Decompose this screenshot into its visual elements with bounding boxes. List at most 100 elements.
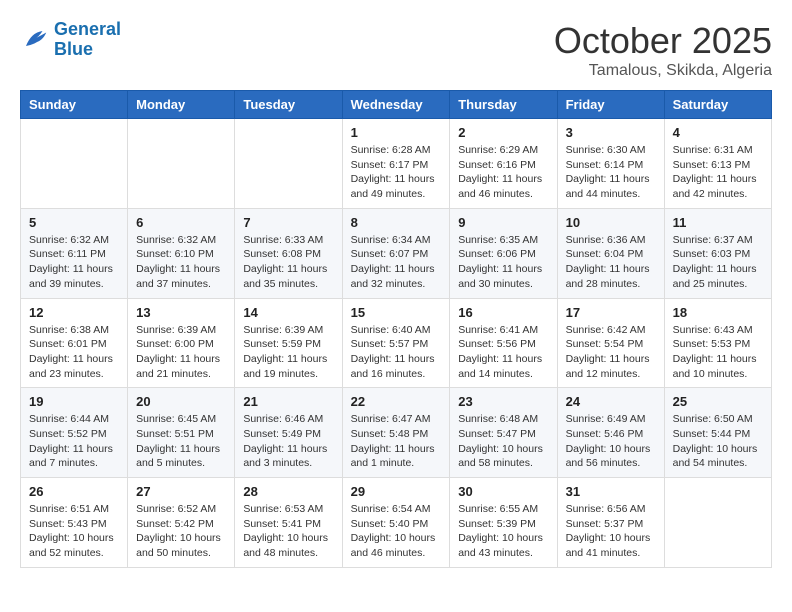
weekday-header: Thursday	[450, 91, 557, 119]
day-number: 19	[29, 394, 119, 409]
day-info: Sunrise: 6:31 AM Sunset: 6:13 PM Dayligh…	[673, 143, 763, 202]
weekday-header: Monday	[128, 91, 235, 119]
weekday-header: Tuesday	[235, 91, 342, 119]
day-number: 5	[29, 215, 119, 230]
logo-line2: Blue	[54, 39, 93, 59]
calendar-cell: 23 Sunrise: 6:48 AM Sunset: 5:47 PM Dayli…	[450, 388, 557, 478]
day-info: Sunrise: 6:34 AM Sunset: 6:07 PM Dayligh…	[351, 233, 442, 292]
page-header: General Blue October 2025 Tamalous, Skik…	[20, 20, 772, 80]
calendar-cell: 30 Sunrise: 6:55 AM Sunset: 5:39 PM Dayli…	[450, 478, 557, 568]
day-info: Sunrise: 6:40 AM Sunset: 5:57 PM Dayligh…	[351, 323, 442, 382]
calendar-cell: 17 Sunrise: 6:42 AM Sunset: 5:54 PM Dayli…	[557, 298, 664, 388]
calendar-cell	[128, 119, 235, 209]
day-info: Sunrise: 6:43 AM Sunset: 5:53 PM Dayligh…	[673, 323, 763, 382]
logo-text: General Blue	[54, 20, 121, 60]
day-info: Sunrise: 6:41 AM Sunset: 5:56 PM Dayligh…	[458, 323, 548, 382]
weekday-header: Wednesday	[342, 91, 450, 119]
logo-line1: General	[54, 19, 121, 39]
calendar-cell: 19 Sunrise: 6:44 AM Sunset: 5:52 PM Dayli…	[21, 388, 128, 478]
calendar-cell: 12 Sunrise: 6:38 AM Sunset: 6:01 PM Dayli…	[21, 298, 128, 388]
calendar-cell	[235, 119, 342, 209]
month-title: October 2025	[554, 20, 772, 62]
day-number: 24	[566, 394, 656, 409]
day-number: 10	[566, 215, 656, 230]
day-number: 3	[566, 125, 656, 140]
calendar-cell: 6Sunrise: 6:32 AM Sunset: 6:10 PM Daylig…	[128, 208, 235, 298]
day-info: Sunrise: 6:30 AM Sunset: 6:14 PM Dayligh…	[566, 143, 656, 202]
day-number: 28	[243, 484, 333, 499]
calendar-week-row: 5 Sunrise: 6:32 AM Sunset: 6:11 PM Daylig…	[21, 208, 772, 298]
calendar-cell: 24Sunrise: 6:49 AM Sunset: 5:46 PM Dayli…	[557, 388, 664, 478]
day-number: 30	[458, 484, 548, 499]
weekday-header: Sunday	[21, 91, 128, 119]
day-number: 29	[351, 484, 442, 499]
calendar-cell: 15Sunrise: 6:40 AM Sunset: 5:57 PM Dayli…	[342, 298, 450, 388]
day-number: 7	[243, 215, 333, 230]
day-info: Sunrise: 6:55 AM Sunset: 5:39 PM Dayligh…	[458, 502, 548, 561]
calendar-cell: 13 Sunrise: 6:39 AM Sunset: 6:00 PM Dayli…	[128, 298, 235, 388]
calendar-cell: 21 Sunrise: 6:46 AM Sunset: 5:49 PM Dayli…	[235, 388, 342, 478]
day-info: Sunrise: 6:46 AM Sunset: 5:49 PM Dayligh…	[243, 412, 333, 471]
title-block: October 2025 Tamalous, Skikda, Algeria	[554, 20, 772, 80]
calendar-table: SundayMondayTuesdayWednesdayThursdayFrid…	[20, 90, 772, 568]
calendar-cell: 25 Sunrise: 6:50 AM Sunset: 5:44 PM Dayli…	[664, 388, 771, 478]
day-info: Sunrise: 6:42 AM Sunset: 5:54 PM Dayligh…	[566, 323, 656, 382]
day-info: Sunrise: 6:54 AM Sunset: 5:40 PM Dayligh…	[351, 502, 442, 561]
day-number: 18	[673, 305, 763, 320]
day-number: 2	[458, 125, 548, 140]
day-number: 9	[458, 215, 548, 230]
day-number: 25	[673, 394, 763, 409]
weekday-header: Friday	[557, 91, 664, 119]
calendar-cell: 20 Sunrise: 6:45 AM Sunset: 5:51 PM Dayli…	[128, 388, 235, 478]
logo-icon	[20, 25, 50, 55]
day-info: Sunrise: 6:32 AM Sunset: 6:10 PM Dayligh…	[136, 233, 226, 292]
day-number: 14	[243, 305, 333, 320]
calendar-cell	[21, 119, 128, 209]
day-number: 13	[136, 305, 226, 320]
calendar-cell	[664, 478, 771, 568]
location-subtitle: Tamalous, Skikda, Algeria	[554, 62, 772, 80]
day-number: 12	[29, 305, 119, 320]
day-info: Sunrise: 6:47 AM Sunset: 5:48 PM Dayligh…	[351, 412, 442, 471]
day-number: 26	[29, 484, 119, 499]
day-number: 21	[243, 394, 333, 409]
day-info: Sunrise: 6:50 AM Sunset: 5:44 PM Dayligh…	[673, 412, 763, 471]
day-number: 8	[351, 215, 442, 230]
calendar-cell: 8 Sunrise: 6:34 AM Sunset: 6:07 PM Daylig…	[342, 208, 450, 298]
day-info: Sunrise: 6:56 AM Sunset: 5:37 PM Dayligh…	[566, 502, 656, 561]
calendar-cell: 27Sunrise: 6:52 AM Sunset: 5:42 PM Dayli…	[128, 478, 235, 568]
day-number: 4	[673, 125, 763, 140]
day-info: Sunrise: 6:36 AM Sunset: 6:04 PM Dayligh…	[566, 233, 656, 292]
day-info: Sunrise: 6:32 AM Sunset: 6:11 PM Dayligh…	[29, 233, 119, 292]
day-number: 11	[673, 215, 763, 230]
day-info: Sunrise: 6:28 AM Sunset: 6:17 PM Dayligh…	[351, 143, 442, 202]
day-info: Sunrise: 6:33 AM Sunset: 6:08 PM Dayligh…	[243, 233, 333, 292]
day-number: 22	[351, 394, 442, 409]
calendar-cell: 3 Sunrise: 6:30 AM Sunset: 6:14 PM Daylig…	[557, 119, 664, 209]
calendar-cell: 29 Sunrise: 6:54 AM Sunset: 5:40 PM Dayli…	[342, 478, 450, 568]
day-info: Sunrise: 6:48 AM Sunset: 5:47 PM Dayligh…	[458, 412, 548, 471]
day-info: Sunrise: 6:35 AM Sunset: 6:06 PM Dayligh…	[458, 233, 548, 292]
day-number: 16	[458, 305, 548, 320]
day-info: Sunrise: 6:39 AM Sunset: 5:59 PM Dayligh…	[243, 323, 333, 382]
day-number: 31	[566, 484, 656, 499]
calendar-header-row: SundayMondayTuesdayWednesdayThursdayFrid…	[21, 91, 772, 119]
day-info: Sunrise: 6:38 AM Sunset: 6:01 PM Dayligh…	[29, 323, 119, 382]
day-number: 23	[458, 394, 548, 409]
weekday-header: Saturday	[664, 91, 771, 119]
day-info: Sunrise: 6:45 AM Sunset: 5:51 PM Dayligh…	[136, 412, 226, 471]
calendar-cell: 2Sunrise: 6:29 AM Sunset: 6:16 PM Daylig…	[450, 119, 557, 209]
day-info: Sunrise: 6:39 AM Sunset: 6:00 PM Dayligh…	[136, 323, 226, 382]
calendar-cell: 16 Sunrise: 6:41 AM Sunset: 5:56 PM Dayli…	[450, 298, 557, 388]
calendar-cell: 14 Sunrise: 6:39 AM Sunset: 5:59 PM Dayli…	[235, 298, 342, 388]
calendar-cell: 22 Sunrise: 6:47 AM Sunset: 5:48 PM Dayli…	[342, 388, 450, 478]
calendar-cell: 28Sunrise: 6:53 AM Sunset: 5:41 PM Dayli…	[235, 478, 342, 568]
day-number: 20	[136, 394, 226, 409]
calendar-week-row: 26 Sunrise: 6:51 AM Sunset: 5:43 PM Dayli…	[21, 478, 772, 568]
day-number: 17	[566, 305, 656, 320]
calendar-cell: 26 Sunrise: 6:51 AM Sunset: 5:43 PM Dayli…	[21, 478, 128, 568]
calendar-cell: 9 Sunrise: 6:35 AM Sunset: 6:06 PM Daylig…	[450, 208, 557, 298]
day-info: Sunrise: 6:51 AM Sunset: 5:43 PM Dayligh…	[29, 502, 119, 561]
day-info: Sunrise: 6:44 AM Sunset: 5:52 PM Dayligh…	[29, 412, 119, 471]
calendar-cell: 10 Sunrise: 6:36 AM Sunset: 6:04 PM Dayli…	[557, 208, 664, 298]
